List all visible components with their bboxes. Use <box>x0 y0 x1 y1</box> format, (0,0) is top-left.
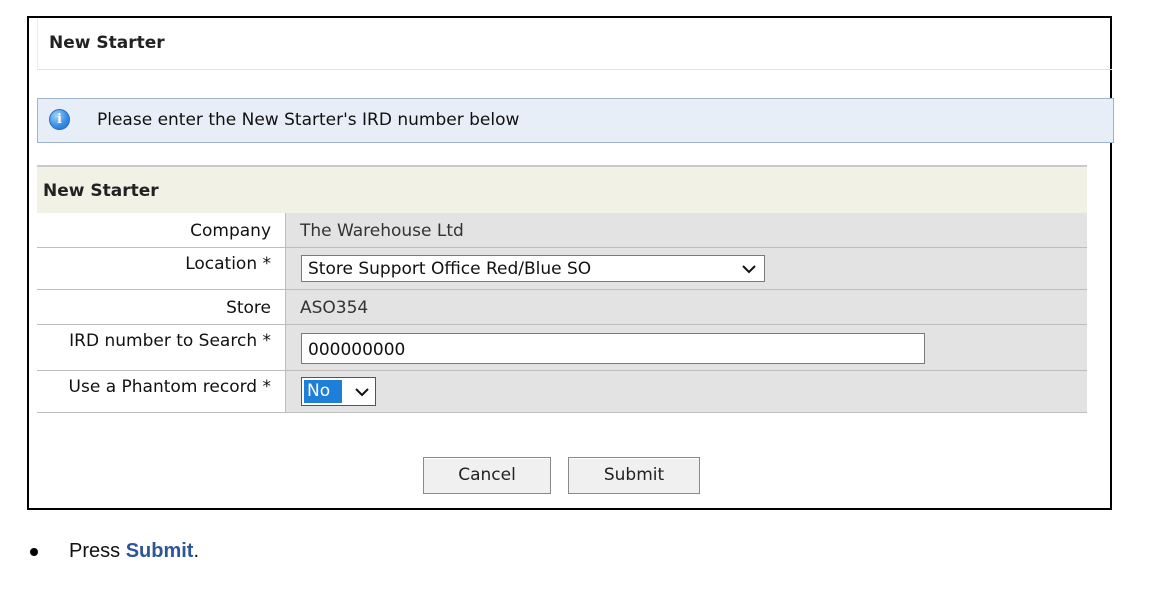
info-banner: i Please enter the New Starter's IRD num… <box>37 98 1114 143</box>
phantom-select[interactable]: No <box>301 377 376 406</box>
chevron-down-icon <box>355 388 369 397</box>
page-header: New Starter <box>37 18 1112 70</box>
location-row: Location * Store Support Office Red/Blue… <box>37 248 1087 290</box>
ird-input[interactable]: 000000000 <box>301 333 925 364</box>
store-value: ASO354 <box>300 298 369 318</box>
ird-label: IRD number to Search * <box>69 331 271 351</box>
page-title: New Starter <box>49 33 165 53</box>
instruction-action: Submit <box>125 540 194 562</box>
bullet-icon <box>30 548 38 556</box>
application-window: New Starter i Please enter the New Start… <box>27 16 1114 510</box>
phantom-row: Use a Phantom record * No <box>37 371 1087 413</box>
company-row: Company The Warehouse Ltd <box>37 213 1087 248</box>
store-row: Store ASO354 <box>37 290 1087 325</box>
ird-input-value: 000000000 <box>308 340 406 360</box>
submit-button[interactable]: Submit <box>568 457 700 494</box>
chevron-down-icon <box>742 265 756 274</box>
phantom-label: Use a Phantom record * <box>68 377 271 397</box>
info-message: Please enter the New Starter's IRD numbe… <box>97 110 520 130</box>
new-starter-form: New Starter Company The Warehouse Ltd Lo… <box>37 165 1087 413</box>
store-label: Store <box>226 298 271 318</box>
location-select[interactable]: Store Support Office Red/Blue SO <box>301 255 765 282</box>
instruction-suffix: . <box>193 540 200 562</box>
form-section-header: New Starter <box>37 165 1087 213</box>
cancel-button[interactable]: Cancel <box>423 457 551 494</box>
phantom-selected-value: No <box>304 380 342 403</box>
instruction-text: Press Submit. <box>69 540 199 563</box>
location-label: Location * <box>185 254 271 274</box>
instruction-prefix: Press <box>69 540 126 562</box>
location-selected-value: Store Support Office Red/Blue SO <box>308 259 592 279</box>
form-section-title: New Starter <box>43 181 159 201</box>
info-icon: i <box>49 109 70 130</box>
company-value: The Warehouse Ltd <box>300 221 464 241</box>
ird-row: IRD number to Search * 000000000 <box>37 325 1087 371</box>
company-label: Company <box>190 221 271 241</box>
